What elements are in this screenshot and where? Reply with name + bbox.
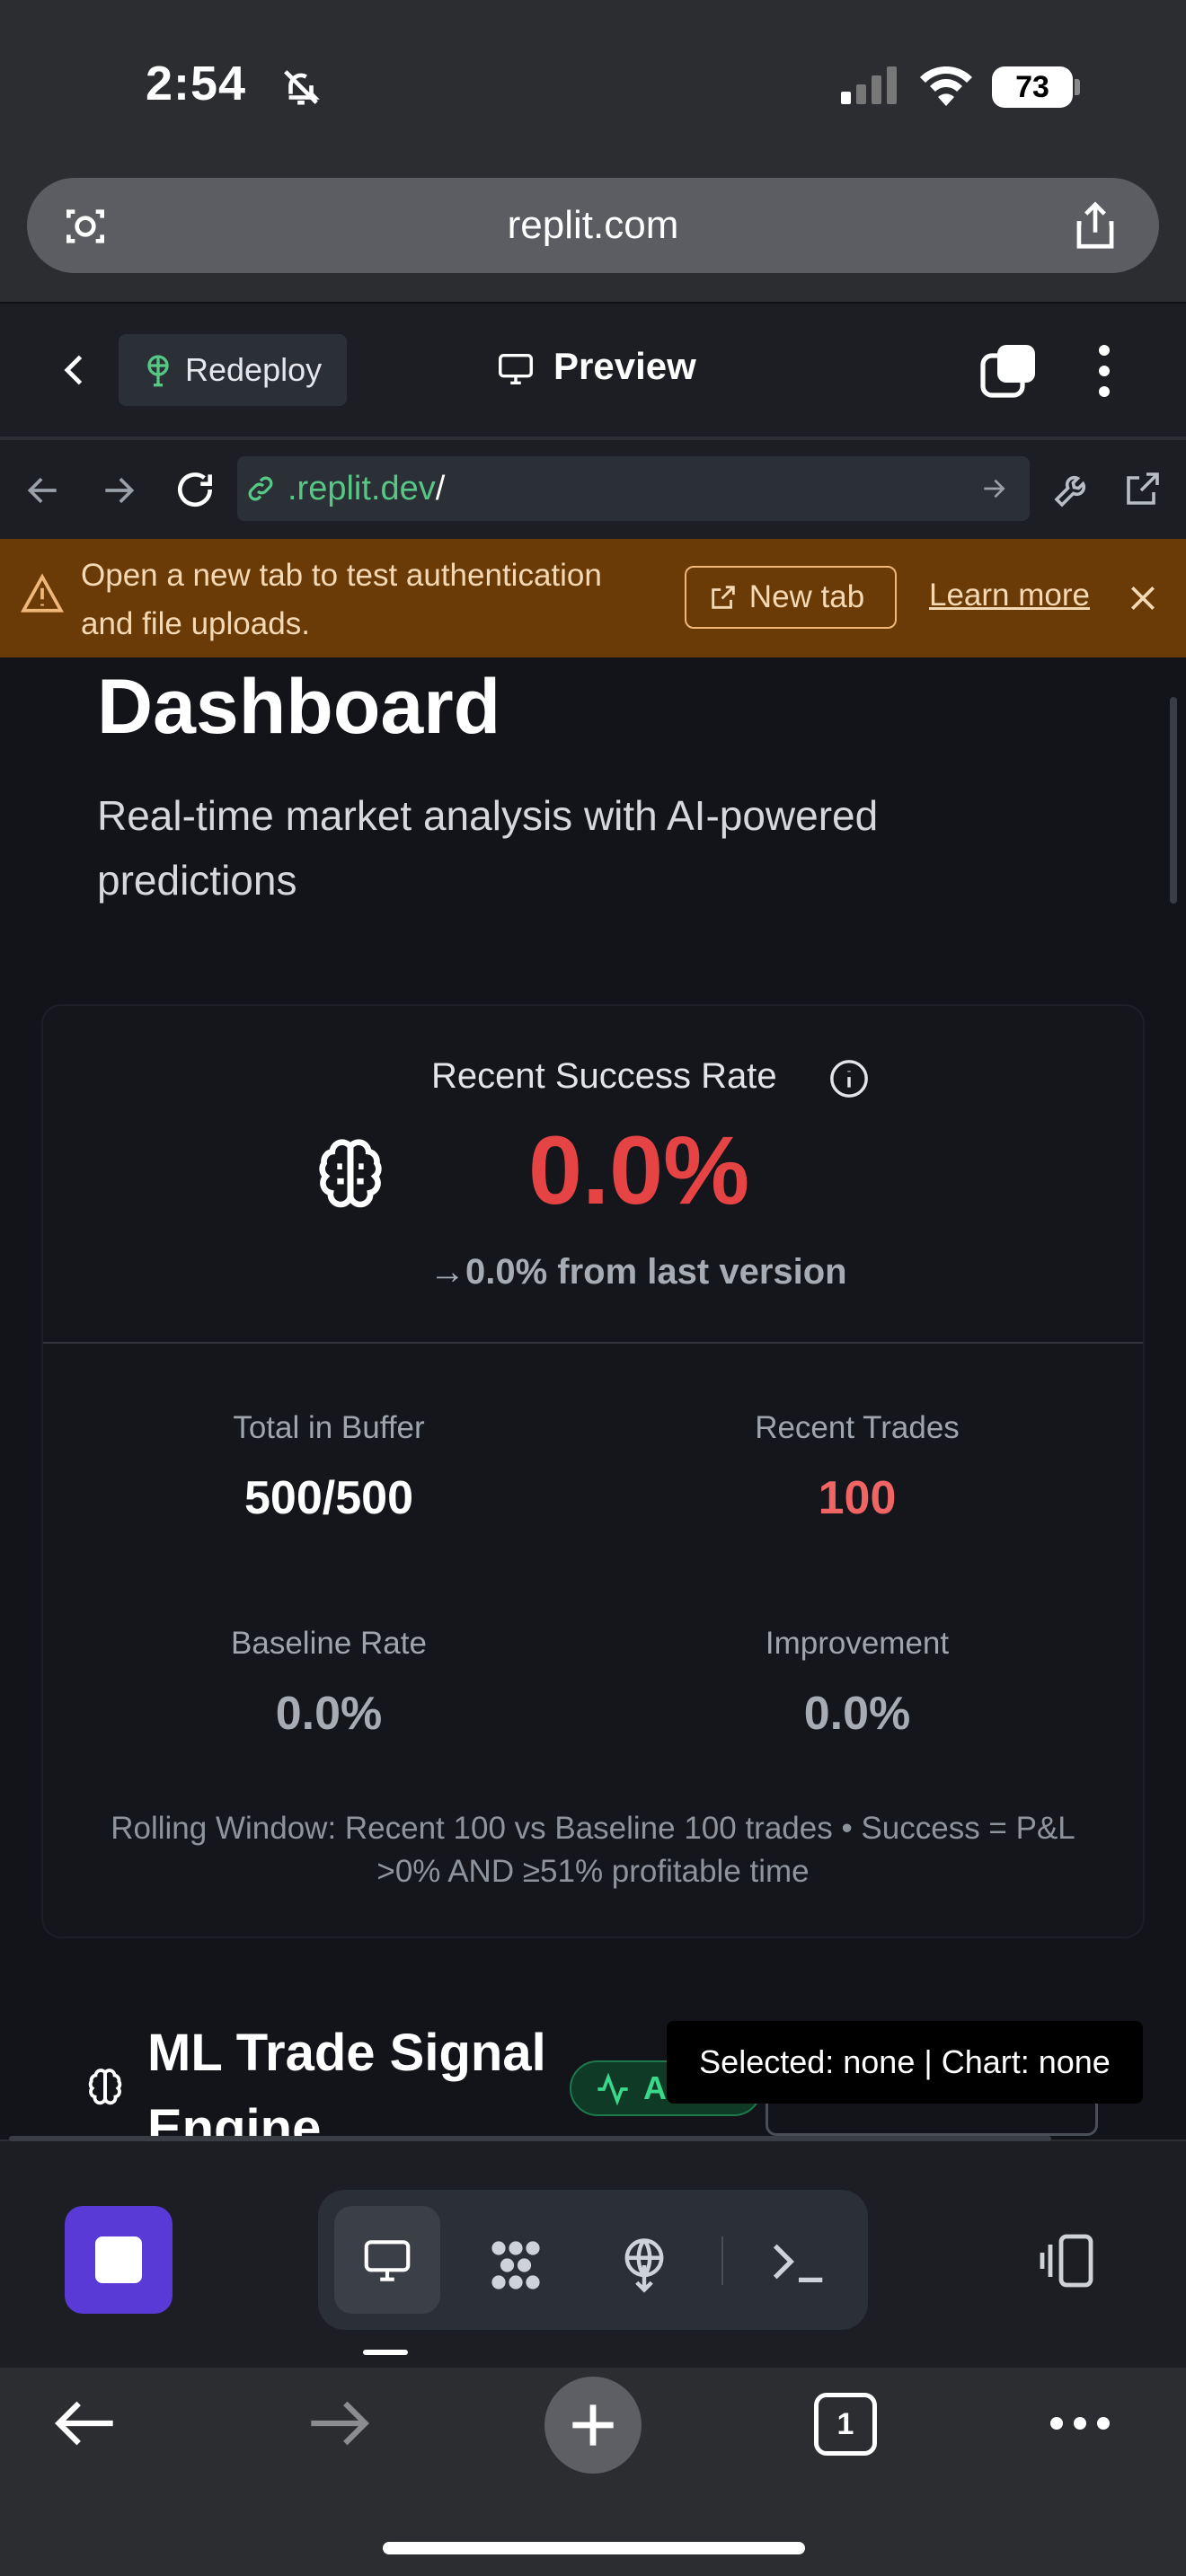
tab-count-button[interactable]: 1 <box>814 2393 877 2456</box>
page-subtitle: Real-time market analysis with AI-powere… <box>97 792 879 904</box>
webview-back-icon[interactable] <box>23 471 63 510</box>
safari-back-icon[interactable] <box>50 2395 119 2452</box>
status-time: 2:54 <box>146 57 247 110</box>
debug-tooltip-text: Selected: none | Chart: none <box>699 2043 1111 2080</box>
preview-monitor-icon <box>358 2233 417 2289</box>
back-chevron-icon[interactable] <box>56 347 95 393</box>
reload-icon[interactable] <box>173 467 217 512</box>
signal-icon <box>839 65 900 106</box>
success-rate-label: Recent Success Rate <box>431 1056 777 1096</box>
stat-label-total-buffer: Total in Buffer <box>233 1410 425 1445</box>
activity-icon <box>595 2071 631 2107</box>
more-vertical-icon[interactable] <box>1094 343 1114 399</box>
browser-url-bar[interactable]: replit.com <box>27 178 1159 273</box>
tab-count: 1 <box>836 2406 854 2441</box>
stat-label-baseline-rate: Baseline Rate <box>231 1626 427 1661</box>
stat-label-improvement: Improvement <box>765 1626 950 1661</box>
webview-address-field[interactable]: .replit.dev / <box>237 456 1030 521</box>
address-domain: .replit.dev <box>288 469 436 507</box>
battery-tip <box>1075 79 1080 95</box>
go-arrow-icon[interactable] <box>979 474 1008 503</box>
brain-small-icon <box>84 2066 126 2107</box>
wifi-icon <box>918 63 974 108</box>
stop-button[interactable] <box>65 2206 173 2314</box>
home-indicator <box>383 2542 805 2554</box>
vertical-scrollbar[interactable] <box>1170 697 1177 904</box>
success-rate-change: →0.0% from last version <box>429 1252 847 1292</box>
deploy-icon <box>140 352 176 388</box>
banner-message: Open a new tab to test authentication an… <box>81 558 602 641</box>
browser-url: replit.com <box>507 203 679 247</box>
battery-level: 73 <box>992 66 1073 108</box>
success-rate-value: 0.0% <box>528 1116 750 1224</box>
active-tab-indicator <box>363 2350 408 2355</box>
page-tools-icon[interactable] <box>58 201 113 251</box>
debug-tooltip: Selected: none | Chart: none <box>667 2021 1143 2104</box>
share-icon[interactable] <box>1067 196 1123 255</box>
brain-icon <box>311 1134 390 1213</box>
learn-more-link[interactable]: Learn more <box>929 578 1090 613</box>
more-horizontal-icon[interactable] <box>1048 2413 1112 2434</box>
link-icon <box>244 472 277 505</box>
agent-icon[interactable] <box>482 2231 550 2299</box>
card-divider <box>43 1342 1143 1344</box>
monitor-icon <box>494 348 537 390</box>
safari-forward-icon[interactable] <box>305 2395 374 2452</box>
silent-bell-icon <box>280 66 322 108</box>
warning-icon <box>20 573 65 614</box>
stat-value-baseline-rate: 0.0% <box>275 1688 383 1740</box>
stat-value-total-buffer: 500/500 <box>244 1472 413 1524</box>
info-icon[interactable] <box>828 1058 870 1099</box>
stop-icon <box>95 2236 142 2283</box>
tabs-icon[interactable] <box>979 341 1039 401</box>
stat-value-improvement: 0.0% <box>803 1688 911 1740</box>
devtools-wrench-icon[interactable] <box>1051 467 1094 510</box>
stat-value-recent-trades: 100 <box>818 1472 897 1524</box>
deployments-icon[interactable] <box>615 2231 674 2299</box>
new-tab-label: New tab <box>748 579 865 614</box>
address-path: / <box>435 469 446 507</box>
open-external-icon[interactable] <box>1121 467 1164 510</box>
shell-icon[interactable] <box>767 2235 830 2289</box>
preview-label: Preview <box>553 345 696 387</box>
stat-label-recent-trades: Recent Trades <box>755 1410 960 1445</box>
plus-icon <box>562 2395 624 2456</box>
redeploy-label: Redeploy <box>185 351 323 388</box>
switcher-separator <box>721 2236 723 2285</box>
rolling-window-note: Rolling Window: Recent 100 vs Baseline 1… <box>111 1811 1075 1889</box>
webview-forward-icon[interactable] <box>99 471 138 510</box>
close-icon[interactable] <box>1125 580 1161 616</box>
device-layout-icon[interactable] <box>1033 2231 1100 2290</box>
external-link-icon <box>708 582 739 613</box>
page-title: Dashboard <box>97 664 501 750</box>
